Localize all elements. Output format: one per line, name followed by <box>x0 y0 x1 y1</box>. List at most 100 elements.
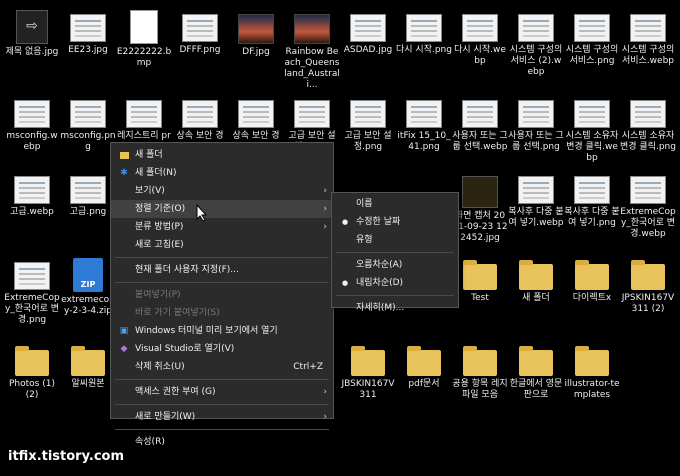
context-menu-item[interactable]: 액세스 권한 부여 (G) › <box>111 383 333 401</box>
desktop-icon-label: illustrator-templates <box>564 379 620 400</box>
desktop-icon-label: Rainbow Beach_Queensland_Australi... <box>284 47 340 90</box>
file-thumbnail-icon <box>182 100 218 128</box>
desktop-icon-label: msconfig.webp <box>6 131 58 152</box>
context-menu-item[interactable]: ▣ Windows 터미널 미리 보기에서 열기 <box>111 322 333 340</box>
desktop-icon[interactable]: 제목 없음.jpg <box>4 10 60 58</box>
desktop-icon[interactable]: 다시 시작.png <box>396 10 452 56</box>
context-menu-item[interactable]: 새로 고침(E) <box>111 236 333 254</box>
watermark: itfix.tistory.com <box>8 449 124 464</box>
desktop-icon[interactable]: msconfig.webp <box>4 96 60 153</box>
chevron-right-icon: › <box>323 412 327 422</box>
desktop-icon[interactable]: 시스템 구성의 서비스.webp <box>620 10 676 67</box>
file-thumbnail-icon <box>462 14 498 42</box>
sort-menu-item[interactable]: 이름 <box>332 195 458 213</box>
context-menu-item[interactable]: 보기(V) › <box>111 182 333 200</box>
chevron-right-icon: › <box>323 186 327 196</box>
desktop-icon[interactable]: ExtremeCopy_한국어로 변경.png <box>4 258 60 326</box>
context-menu-item[interactable]: 속성(R) <box>111 433 333 451</box>
desktop-icon[interactable]: 시스템 소유자 변경 클릭.png <box>620 96 676 153</box>
file-thumbnail-icon <box>630 100 666 128</box>
context-menu-item[interactable]: 삭제 취소(U) Ctrl+Z <box>111 358 333 376</box>
desktop-icon[interactable]: 시스템 소유자 변경 클릭.webp <box>564 96 620 164</box>
menu-item-label: 새 폴더(N) <box>135 168 177 178</box>
desktop-icon[interactable]: JBSKIN167V311 <box>340 344 396 401</box>
file-thumbnail-icon <box>462 100 498 128</box>
desktop-icon[interactable]: 복사후 다중 붙여 넣기.png <box>564 172 620 229</box>
menu-item-label: 오름차순(A) <box>356 260 403 270</box>
desktop-icon[interactable]: ASDAD.jpg <box>340 10 396 56</box>
desktop-icon[interactable]: 시스템 구성의 서비스 (2).webp <box>508 10 564 78</box>
menu-separator <box>115 404 329 405</box>
context-menu-item[interactable]: 분류 방법(P) › <box>111 218 333 236</box>
sort-menu-item[interactable]: 자세히(M)... <box>332 299 458 317</box>
menu-item-label: 수정한 날짜 <box>356 217 401 227</box>
desktop-icon[interactable]: Rainbow Beach_Queensland_Australi... <box>284 10 340 91</box>
desktop-icon-label: 복사후 다중 붙여 넣기.webp <box>508 207 564 228</box>
desktop-icon[interactable]: 고급.webp <box>4 172 60 218</box>
menu-item-label: 유형 <box>356 235 373 245</box>
menu-item-label: 새로 고침(E) <box>135 240 184 250</box>
desktop-icon[interactable]: 한글에서 영문판으로 <box>508 344 564 401</box>
menu-item-label: 보기(V) <box>135 186 165 196</box>
desktop-icon[interactable]: E2222222.bmp <box>116 10 172 69</box>
folder-icon <box>407 346 441 376</box>
desktop-icon[interactable]: DFFF.png <box>172 10 228 56</box>
context-menu-item[interactable]: 새 폴더 <box>111 146 333 164</box>
desktop-icon[interactable]: 고급.png <box>60 172 116 218</box>
desktop-icon[interactable]: 고급 보안 설정.png <box>340 96 396 153</box>
menu-separator <box>115 429 329 430</box>
desktop-icon[interactable]: Test <box>452 258 508 304</box>
desktop-icon-label: DF.jpg <box>242 47 270 57</box>
desktop-icon-label: EE23.jpg <box>68 45 108 55</box>
file-thumbnail-icon <box>518 14 554 42</box>
sort-menu-item[interactable]: ● 내림차순(D) <box>332 274 458 292</box>
context-menu-item: 붙여넣기(P) <box>111 286 333 304</box>
desktop-icon[interactable]: itFix 15_10_41.png <box>396 96 452 153</box>
desktop-icon[interactable]: ExtremeCopy_한국어로 변경.webp <box>620 172 676 240</box>
desktop-icon[interactable]: 새 폴더 <box>508 258 564 304</box>
desktop-icon-label: 사용자 또는 그룹 선택.webp <box>452 131 508 152</box>
file-thumbnail-icon <box>182 14 218 42</box>
sort-menu-item[interactable]: 오름차순(A) <box>332 256 458 274</box>
file-thumbnail-icon <box>70 14 106 42</box>
context-menu-item[interactable]: ◆ Visual Studio로 열기(V) <box>111 340 333 358</box>
file-thumbnail-icon <box>70 100 106 128</box>
desktop-icon[interactable]: 다시 시작.webp <box>452 10 508 67</box>
desktop-icon[interactable]: illustrator-templates <box>564 344 620 401</box>
desktop-icon[interactable]: 복사후 다중 붙여 넣기.webp <box>508 172 564 229</box>
desktop-icon[interactable]: pdf문서 <box>396 344 452 390</box>
desktop-icon[interactable]: JPSKIN167V311 (2) <box>620 258 676 315</box>
desktop-icon[interactable]: DF.jpg <box>228 10 284 58</box>
desktop-icon[interactable]: 알씨원본 <box>60 344 116 390</box>
desktop-icon[interactable]: 시스템 구성의 서비스.png <box>564 10 620 67</box>
desktop-icon[interactable]: Photos (1) (2) <box>4 344 60 401</box>
desktop-icon[interactable]: 사용자 또는 그룹 선택.png <box>508 96 564 153</box>
desktop-icon[interactable]: 사용자 또는 그룹 선택.webp <box>452 96 508 153</box>
selected-bullet-icon: ● <box>342 279 349 287</box>
sort-menu-item[interactable]: 유형 <box>332 231 458 249</box>
folder-icon <box>631 260 665 290</box>
context-menu-item[interactable]: 현재 폴더 사용자 지정(F)... <box>111 261 333 279</box>
context-menu-item: 바로 가기 붙여넣기(S) <box>111 304 333 322</box>
menu-separator <box>115 282 329 283</box>
desktop-icon-label: Photos (1) (2) <box>9 379 55 400</box>
desktop-icon[interactable]: 공용 항목 레지파일 모음 <box>452 344 508 401</box>
desktop-icon[interactable]: EE23.jpg <box>60 10 116 56</box>
context-menu-item[interactable]: 새로 만들기(W) › <box>111 408 333 426</box>
desktop-icon[interactable]: 다이렉트x <box>564 258 620 304</box>
chevron-right-icon: › <box>323 204 327 214</box>
sort-menu-item[interactable]: ● 수정한 날짜 <box>332 213 458 231</box>
context-menu-item[interactable]: ✱ 새 폴더(N) <box>111 164 333 182</box>
desktop-icon-label: msconfig.png <box>60 131 116 152</box>
file-thumbnail-icon <box>14 262 50 290</box>
folder-icon <box>463 260 497 290</box>
desktop-icon[interactable]: 화면 캡처 2021-09-23 122452.jpg <box>452 172 508 244</box>
file-thumbnail-icon <box>406 100 442 128</box>
desktop-icon[interactable]: msconfig.png <box>60 96 116 153</box>
desktop-icon-label: 시스템 구성의 서비스.png <box>565 45 619 66</box>
chevron-right-icon: › <box>323 222 327 232</box>
desktop-icon[interactable]: ZIP extremecopy-2-3-4.zip <box>60 258 116 317</box>
context-menu-item[interactable]: 정렬 기준(O) › <box>111 200 333 218</box>
file-thumbnail-icon <box>294 14 330 44</box>
desktop-icon-label: 다시 시작.webp <box>454 45 506 66</box>
